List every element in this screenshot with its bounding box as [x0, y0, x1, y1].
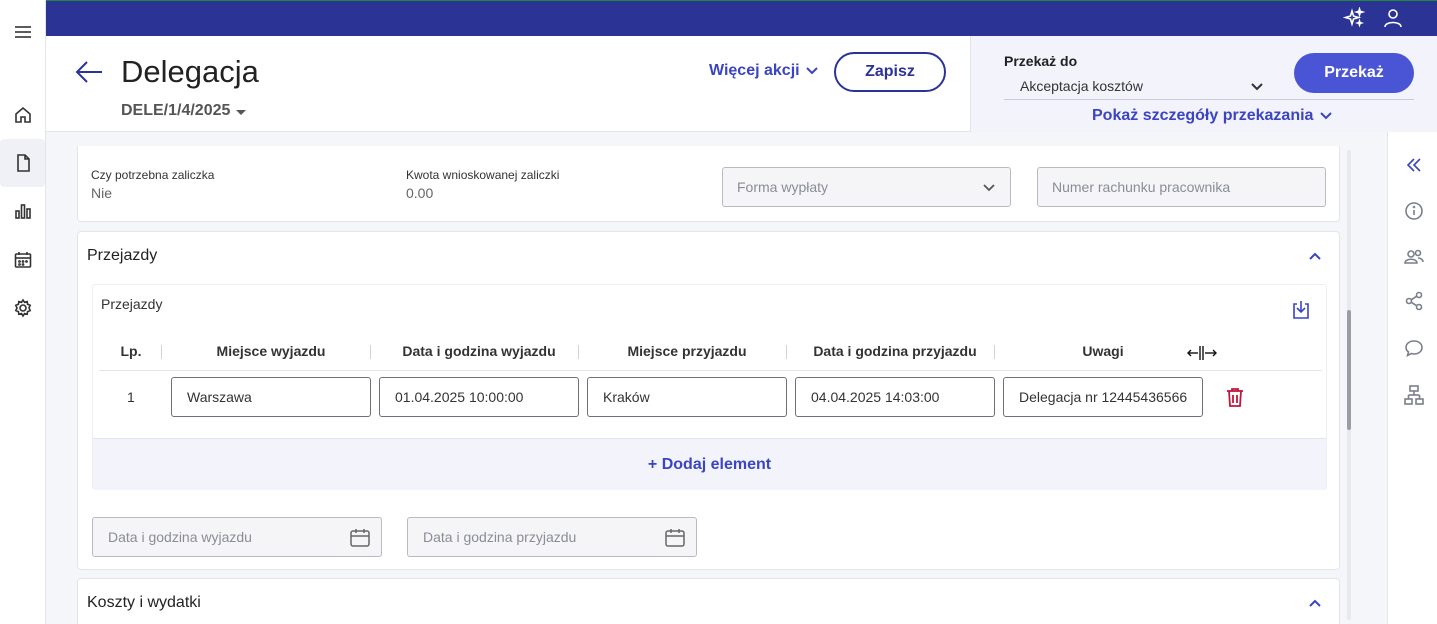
payment-form-placeholder: Forma wypłaty [737, 179, 829, 195]
workflow-icon[interactable] [1403, 384, 1425, 406]
save-button[interactable]: Zapisz [834, 52, 946, 92]
page-title: Delegacja [121, 54, 259, 89]
column-separator [161, 345, 162, 359]
more-actions-label: Więcej akcji [709, 62, 800, 79]
user-icon[interactable] [1380, 5, 1406, 31]
chevron-down-icon [805, 67, 818, 75]
column-resize-handle-icon[interactable] [1186, 345, 1218, 361]
more-actions-button[interactable]: Więcej akcji [709, 62, 819, 80]
arrival-place-input[interactable]: Kraków [587, 377, 787, 417]
costs-section: Koszty i wydatki [77, 578, 1340, 624]
departure-datetime-placeholder: Data i godzina wyjazdu [108, 529, 252, 545]
collapse-panel-icon[interactable] [1403, 154, 1425, 176]
column-header-notes: Uwagi [1082, 343, 1124, 359]
calendar-icon[interactable] [664, 527, 686, 552]
arrival-datetime-placeholder: Data i godzina przyjazdu [423, 529, 577, 545]
show-transfer-details-label: Pokaż szczegóły przekazania [1092, 107, 1314, 124]
bar-chart-icon[interactable] [8, 196, 38, 226]
calendar-icon[interactable] [349, 527, 371, 552]
chevron-up-icon[interactable] [1307, 595, 1323, 611]
people-icon[interactable] [1403, 246, 1425, 268]
column-separator [578, 345, 579, 359]
table-title: Przejazdy [101, 296, 163, 312]
home-icon[interactable] [8, 100, 38, 130]
right-side-panel [1387, 132, 1437, 624]
column-separator [370, 345, 371, 359]
departure-datetime-input[interactable]: 01.04.2025 10:00:00 [379, 377, 579, 417]
transfer-panel: Przekaż do Akceptacja kosztów Przekaż Po… [970, 36, 1437, 132]
calendar-icon[interactable] [8, 245, 38, 275]
advance-needed-label: Czy potrzebna zaliczka [91, 168, 215, 182]
transfer-target-select[interactable]: Akceptacja kosztów [1004, 74, 1274, 98]
download-icon[interactable] [1290, 299, 1312, 321]
arrival-datetime-filter[interactable]: Data i godzina przyjazdu [407, 517, 697, 557]
account-number-input[interactable]: Numer rachunku pracownika [1037, 167, 1326, 207]
divider [99, 370, 1322, 371]
add-element-button[interactable]: + Dodaj element [93, 439, 1326, 490]
transfer-target-value: Akceptacja kosztów [1020, 78, 1143, 94]
divider [1004, 99, 1414, 100]
top-bar [46, 0, 1437, 36]
vertical-scrollbar[interactable] [1347, 150, 1351, 620]
section-title: Koszty i wydatki [87, 594, 201, 611]
transfer-button[interactable]: Przekaż [1294, 53, 1414, 93]
column-header-departure-datetime: Data i godzina wyjazdu [402, 343, 556, 359]
arrival-datetime-input[interactable]: 04.04.2025 14:03:00 [795, 377, 995, 417]
scrollbar-thumb[interactable] [1347, 310, 1351, 430]
advance-section: Czy potrzebna zaliczka Nie Kwota wniosko… [77, 146, 1340, 222]
notes-input[interactable]: Delegacja nr 12445436566 [1003, 377, 1203, 417]
page-header: Delegacja DELE/1/4/2025 Więcej akcji Zap… [46, 36, 1437, 132]
trash-icon[interactable] [1226, 387, 1246, 407]
caret-down-icon [236, 109, 247, 115]
transfer-label: Przekaż do [1004, 53, 1078, 69]
chevron-down-icon [982, 181, 996, 198]
cell-lp: 1 [127, 389, 135, 405]
share-icon[interactable] [1403, 290, 1425, 312]
advance-amount-label: Kwota wnioskowanej zaliczki [406, 168, 560, 182]
back-arrow-icon[interactable] [74, 58, 106, 86]
column-header-departure-place: Miejsce wyjazdu [216, 343, 326, 359]
advance-amount-value: 0.00 [406, 185, 434, 201]
chevron-up-icon[interactable] [1307, 248, 1323, 264]
column-header-arrival-place: Miejsce przyjazdu [627, 343, 747, 359]
document-icon[interactable] [0, 139, 45, 187]
comment-icon[interactable] [1403, 337, 1425, 359]
trips-table: Przejazdy Lp. Miejsce wyjazdu Data i god… [92, 284, 1327, 490]
gear-icon[interactable] [8, 293, 38, 323]
departure-datetime-filter[interactable]: Data i godzina wyjazdu [92, 517, 382, 557]
show-transfer-details-link[interactable]: Pokaż szczegóły przekazania [1092, 107, 1333, 125]
departure-place-input[interactable]: Warszawa [171, 377, 371, 417]
document-number: DELE/1/4/2025 [121, 102, 231, 119]
left-navigation-rail [0, 0, 46, 624]
payment-form-select[interactable]: Forma wypłaty [722, 167, 1011, 207]
chevron-down-icon [1320, 112, 1333, 120]
document-number-dropdown[interactable]: DELE/1/4/2025 [121, 102, 247, 120]
chevron-down-icon [1250, 80, 1264, 97]
menu-icon[interactable] [8, 17, 38, 47]
info-icon[interactable] [1403, 200, 1425, 222]
column-header-lp: Lp. [120, 343, 142, 359]
sparkles-icon[interactable] [1341, 5, 1367, 31]
column-separator [994, 345, 995, 359]
account-number-placeholder: Numer rachunku pracownika [1052, 179, 1231, 195]
trips-section: Przejazdy Przejazdy Lp. Miejsce wyjazdu … [77, 231, 1340, 570]
column-separator [786, 345, 787, 359]
advance-needed-value: Nie [91, 185, 113, 201]
column-header-arrival-datetime: Data i godzina przyjazdu [813, 343, 977, 359]
section-title: Przejazdy [87, 247, 158, 264]
